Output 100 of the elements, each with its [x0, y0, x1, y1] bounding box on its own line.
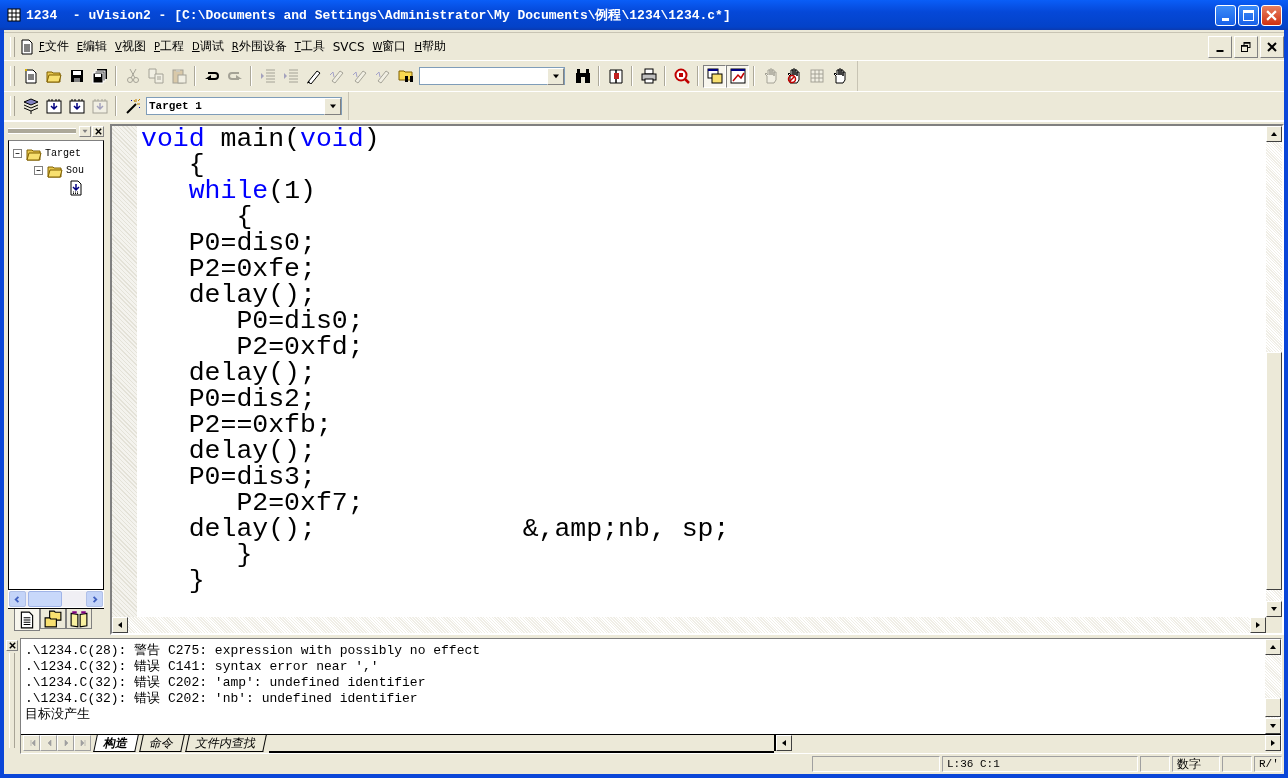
app-icon	[6, 7, 22, 23]
toolbar-button[interactable]	[726, 64, 749, 88]
files-icon	[18, 610, 36, 629]
pencil-icon	[305, 68, 322, 84]
vertical-scrollbar[interactable]	[1266, 126, 1282, 617]
collapse-toggle[interactable]	[34, 166, 43, 175]
close-button[interactable]	[92, 125, 104, 137]
tree-item[interactable]: Sou	[47, 162, 84, 179]
menu-item[interactable]: SVCS	[328, 37, 369, 56]
tree-item[interactable]: Target	[26, 145, 81, 162]
arrow-icon	[1269, 722, 1277, 730]
output-line: .\1234.C(32): 错误 C202: 'amp': undefined identifier	[25, 675, 427, 691]
document-close-button[interactable]	[1260, 35, 1284, 58]
code-line: delay();	[187, 282, 316, 308]
next-tab-button[interactable]	[57, 735, 74, 751]
open-folder-icon	[45, 68, 62, 84]
document-restore-button[interactable]	[1234, 35, 1258, 58]
download-icon	[45, 98, 62, 114]
maximize-button[interactable]	[1238, 4, 1259, 26]
panel-tab[interactable]	[66, 609, 92, 629]
previous-tab-button[interactable]	[40, 735, 57, 751]
horizontal-scrollbar[interactable]	[774, 735, 1281, 751]
close-icon	[1266, 40, 1278, 53]
cursor-position: L:36 C:1	[942, 756, 1138, 772]
menu-item[interactable]: V视图	[111, 36, 150, 57]
arrow-icon	[27, 739, 36, 747]
document-minimize-button[interactable]	[1208, 35, 1232, 58]
pencil-icon	[328, 68, 345, 84]
find-in-files-icon	[397, 68, 414, 84]
menu-item[interactable]: F文件	[35, 36, 73, 57]
close-button[interactable]	[1261, 4, 1282, 26]
collapse-toggle[interactable]	[13, 149, 22, 158]
output-line: .\1234.C(28): 警告 C275: expression with possibly no effect	[25, 643, 482, 659]
stack-icon	[22, 98, 39, 114]
close-icon	[1266, 9, 1277, 21]
menu-item[interactable]: H帮助	[410, 36, 450, 57]
output-tab[interactable]: 文件内查找	[185, 735, 267, 752]
code-line: P0=dis2;	[187, 386, 316, 412]
new-file-icon	[22, 68, 39, 84]
num-lock-indicator: 数字	[1172, 756, 1220, 772]
printer-icon	[640, 68, 657, 84]
output-tab[interactable]: 命令	[139, 735, 185, 752]
code-line: {	[236, 204, 253, 230]
code-line: delay(); &,amp;nb, sp;	[187, 516, 731, 542]
output-line: .\1234.C(32): 错误 C141: syntax error near ','	[25, 659, 380, 675]
arrow-icon	[116, 621, 124, 629]
save-all-icon	[91, 68, 108, 84]
close-icon	[7, 641, 17, 650]
last-tab-button[interactable]	[74, 735, 91, 751]
target-combo-box[interactable]: Target 1	[146, 97, 342, 115]
paste-icon	[170, 68, 187, 84]
menu-item[interactable]: E编辑	[72, 36, 112, 57]
menu-item[interactable]: T工具	[290, 36, 329, 57]
window-chart-icon	[729, 68, 746, 84]
code-line: delay();	[187, 360, 316, 386]
window-title: 1234 - uVision2 - [C:\Documents and Settings\Administrator\My Documents\例程\1234\1234.c*]	[26, 7, 731, 24]
document-icon	[19, 38, 35, 55]
close-button[interactable]	[6, 640, 18, 651]
menu-item[interactable]: D调试	[187, 36, 228, 57]
vertical-scrollbar[interactable]	[1265, 639, 1281, 734]
wand-icon	[124, 98, 141, 114]
window-icon	[706, 68, 723, 84]
book-icon	[70, 609, 88, 628]
code-line: P2==0xfb;	[187, 412, 333, 438]
panel-tab[interactable]	[40, 609, 66, 629]
code-line: P0=dis0;	[236, 308, 365, 334]
output-line: .\1234.C(32): 错误 C202: 'nb': undefined identifier	[25, 691, 419, 707]
status-field	[1140, 756, 1170, 772]
menu-item[interactable]: R外围设备	[227, 36, 291, 57]
status-field	[1222, 756, 1252, 772]
file-icon	[68, 179, 84, 196]
minus-icon	[14, 150, 21, 157]
menu-item[interactable]: P工程	[149, 36, 188, 57]
indent-icon	[259, 68, 276, 84]
hand-icon	[762, 68, 779, 84]
minus-icon	[35, 167, 42, 174]
hand-icon	[831, 68, 848, 84]
code-line: while(1)	[187, 178, 317, 204]
dropdown-button[interactable]	[79, 125, 91, 137]
grid-icon	[808, 68, 825, 84]
code-line: void main(void)	[141, 126, 381, 152]
download-icon	[91, 98, 108, 114]
arrow-icon	[78, 739, 87, 747]
menu-item[interactable]: W窗口	[368, 36, 411, 57]
magnifier-icon	[673, 68, 690, 84]
unindent-icon	[282, 68, 299, 84]
code-line: }	[187, 568, 206, 594]
cut-icon	[124, 68, 141, 84]
scroll-thumb[interactable]	[1265, 697, 1281, 717]
panel-tab[interactable]	[14, 609, 40, 631]
first-tab-button[interactable]	[23, 735, 40, 751]
scroll-thumb[interactable]	[1266, 352, 1282, 591]
tree-item[interactable]	[68, 179, 84, 196]
hand-stop-icon	[785, 68, 802, 84]
code-line: delay();	[187, 438, 316, 464]
minimize-button[interactable]	[1215, 4, 1236, 26]
output-tab[interactable]: 构造	[93, 735, 139, 752]
arrow-icon	[780, 739, 788, 747]
toolbar-button[interactable]	[703, 64, 726, 88]
pencil-icon	[374, 68, 391, 84]
